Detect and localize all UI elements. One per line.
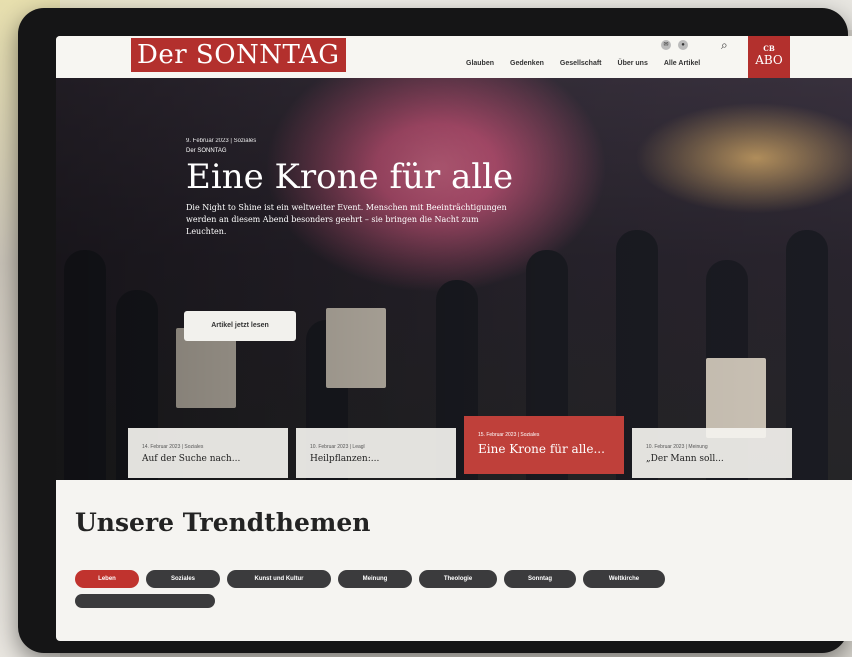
card-meta: 10. Februar 2023 | Meinung: [646, 444, 708, 450]
crowd-figure: [64, 250, 106, 480]
nav-item-gedenken[interactable]: Gedenken: [510, 60, 544, 67]
card-title: Eine Krone für alle...: [478, 442, 605, 456]
card-title: Auf der Suche nach...: [142, 454, 241, 464]
abo-label: ABO: [755, 53, 783, 67]
card-meta: 14. Februar 2023 | Soziales: [142, 444, 204, 450]
chip-sonntag[interactable]: Sonntag: [504, 570, 576, 588]
nav-item-gesellschaft[interactable]: Gesellschaft: [560, 60, 602, 67]
trend-chips: Leben Soziales Kunst und Kultur Meinung …: [75, 570, 665, 588]
abo-top-label: CB: [763, 44, 775, 53]
tote-bag: [706, 358, 766, 438]
main-nav: Glauben Gedenken Gesellschaft Über uns A…: [466, 60, 700, 67]
chip-partial[interactable]: [75, 594, 215, 608]
tote-bag: [326, 308, 386, 388]
read-article-button[interactable]: Artikel jetzt lesen: [184, 311, 296, 341]
article-card[interactable]: 10. Februar 2023 | Leagl Heilpflanzen:..…: [296, 428, 456, 478]
tablet-screen: Der SONNTAG Glauben Gedenken Gesellschaf…: [56, 36, 852, 641]
tablet-device: Der SONNTAG Glauben Gedenken Gesellschaf…: [18, 8, 852, 653]
chip-weltkirche[interactable]: Weltkirche: [583, 570, 665, 588]
trend-section-title: Unsere Trendthemen: [75, 508, 371, 537]
chip-leben[interactable]: Leben: [75, 570, 139, 588]
chip-soziales[interactable]: Soziales: [146, 570, 220, 588]
nav-item-ueber-uns[interactable]: Über uns: [618, 60, 648, 67]
card-title: „Der Mann soll...: [646, 454, 724, 464]
nav-item-alle-artikel[interactable]: Alle Artikel: [664, 60, 700, 67]
hero-banner: 9. Februar 2023 | Soziales Der SONNTAG E…: [56, 78, 852, 480]
hero-author: Der SONNTAG: [186, 148, 227, 154]
chip-theologie[interactable]: Theologie: [419, 570, 497, 588]
nav-item-glauben[interactable]: Glauben: [466, 60, 494, 67]
header-icons: ✉ ●: [661, 40, 688, 50]
chip-kunst-und-kultur[interactable]: Kunst und Kultur: [227, 570, 331, 588]
card-title: Heilpflanzen:...: [310, 454, 380, 464]
site-logo[interactable]: Der SONNTAG: [131, 38, 346, 72]
chip-meinung[interactable]: Meinung: [338, 570, 412, 588]
hero-title[interactable]: Eine Krone für alle: [186, 158, 516, 196]
hero-description: Die Night to Shine ist ein weltweiter Ev…: [186, 203, 507, 236]
search-icon[interactable]: ⌕: [721, 38, 728, 53]
article-card-active[interactable]: 15. Februar 2023 | Soziales Eine Krone f…: [464, 416, 624, 474]
account-icon[interactable]: ●: [678, 40, 688, 50]
card-meta: 10. Februar 2023 | Leagl: [310, 444, 365, 450]
site-header: Der SONNTAG Glauben Gedenken Gesellschaf…: [56, 36, 852, 88]
mail-icon[interactable]: ✉: [661, 40, 671, 50]
hero-meta: 9. Februar 2023 | Soziales: [186, 138, 257, 144]
card-meta: 15. Februar 2023 | Soziales: [478, 432, 540, 438]
article-card[interactable]: 14. Februar 2023 | Soziales Auf der Such…: [128, 428, 288, 478]
crowd-figure: [786, 230, 828, 480]
article-card[interactable]: 10. Februar 2023 | Meinung „Der Mann sol…: [632, 428, 792, 478]
hero-text: 9. Februar 2023 | Soziales Der SONNTAG E…: [186, 138, 516, 238]
